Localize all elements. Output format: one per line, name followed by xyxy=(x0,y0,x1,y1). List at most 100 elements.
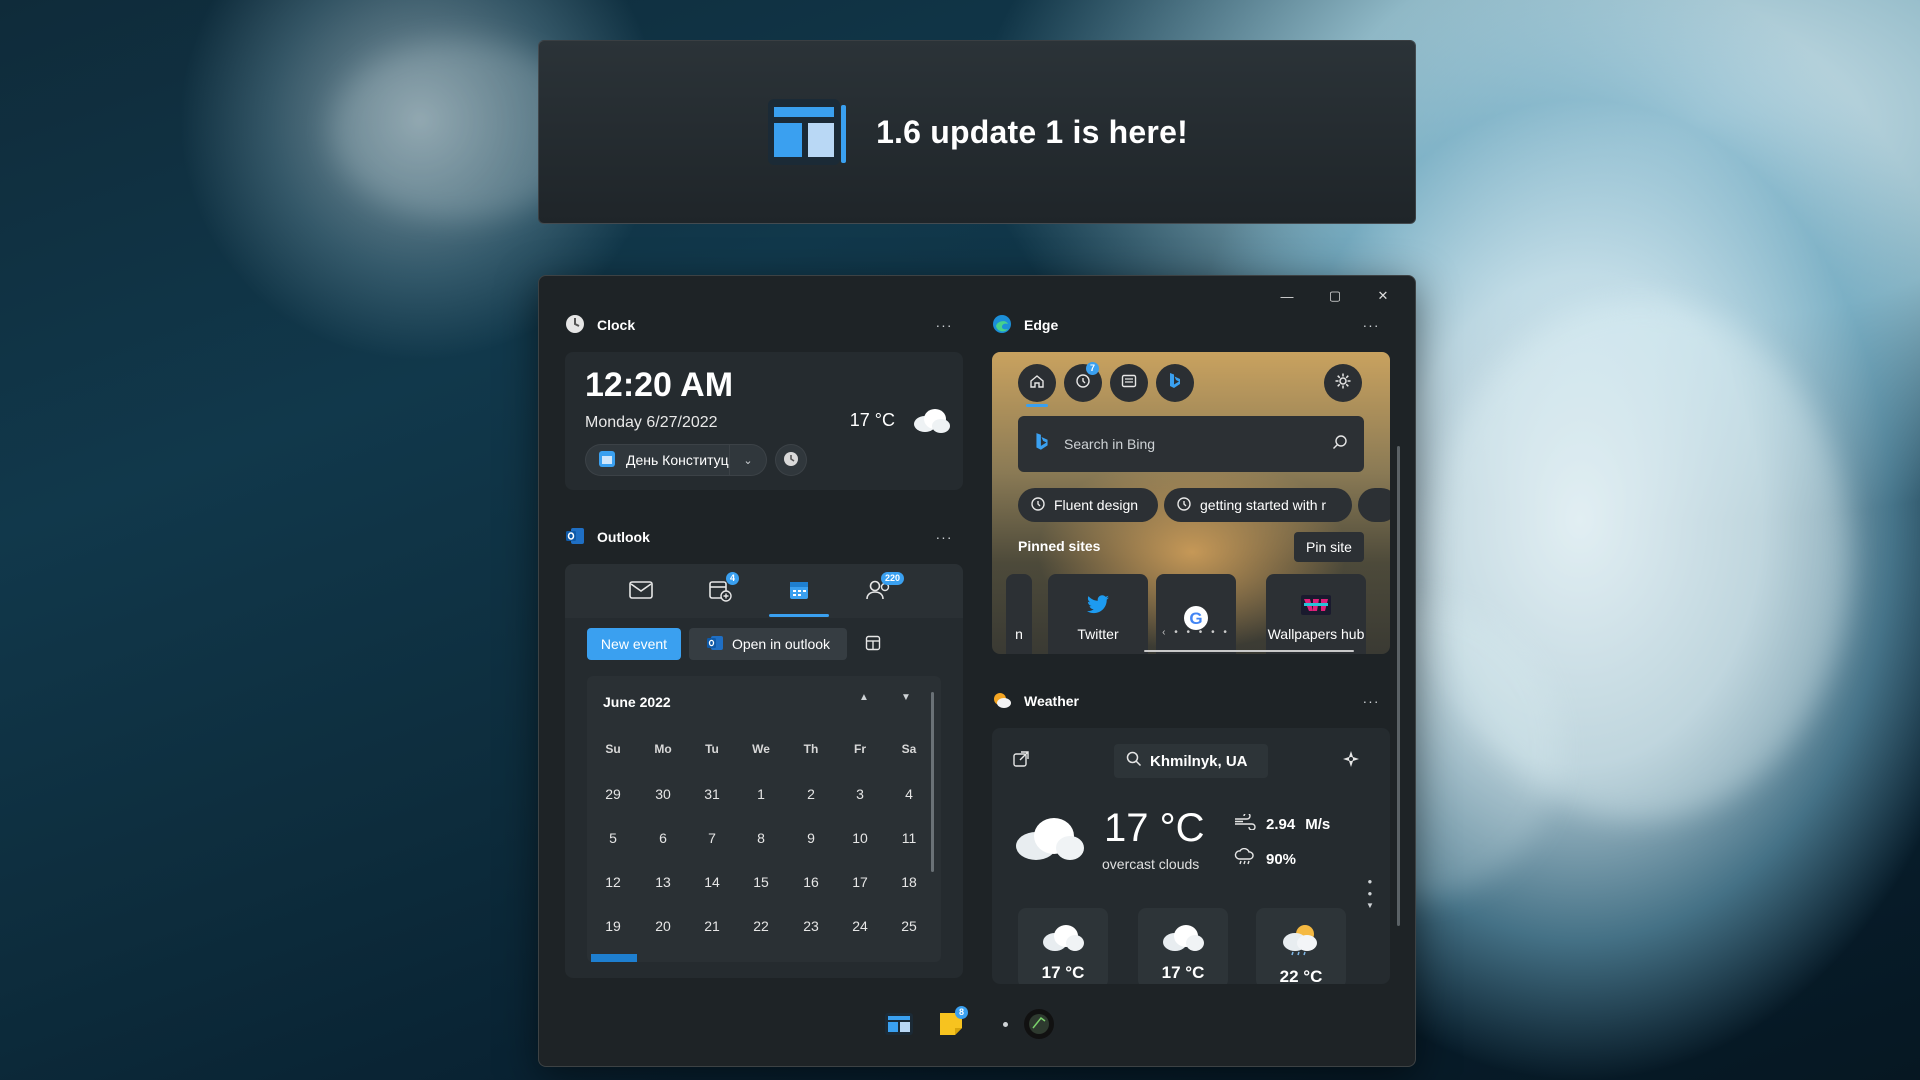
edge-more-button[interactable]: ··· xyxy=(1356,312,1386,338)
pinned-sites-title: Pinned sites xyxy=(1018,538,1101,554)
holiday-selector[interactable]: День Конституц xyxy=(585,444,745,476)
history-button[interactable]: 7 xyxy=(1064,362,1102,402)
search-icon[interactable] xyxy=(1332,434,1348,455)
calendar-day[interactable]: 8 xyxy=(741,830,781,846)
tab-calendar-add[interactable]: 4 xyxy=(700,572,740,612)
cloud-icon xyxy=(1014,812,1086,869)
chip-label: getting started with r xyxy=(1200,497,1327,513)
calendar-day[interactable]: 12 xyxy=(593,874,633,890)
calendar-day[interactable]: 21 xyxy=(692,918,732,934)
calendar-view-button[interactable] xyxy=(857,628,889,660)
clock-settings-button[interactable] xyxy=(775,444,807,476)
history-icon xyxy=(1176,496,1192,515)
calendar-day[interactable]: 25 xyxy=(889,918,929,934)
recent-search-chip[interactable] xyxy=(1358,488,1390,522)
close-button[interactable]: ✕ xyxy=(1363,284,1403,308)
calendar-day[interactable]: 5 xyxy=(593,830,633,846)
calendar-day[interactable]: 11 xyxy=(889,830,929,846)
calendar-day[interactable]: 1 xyxy=(741,786,781,802)
bing-logo-icon xyxy=(1034,432,1050,457)
sites-scrollbar[interactable] xyxy=(1144,650,1354,652)
calendar-day[interactable]: 18 xyxy=(889,874,929,890)
site-label: Wallpapers hub xyxy=(1267,626,1365,642)
clock-date: Monday 6/27/2022 xyxy=(585,414,718,431)
calendar-day[interactable]: 4 xyxy=(889,786,929,802)
calendar-day[interactable]: 3 xyxy=(840,786,880,802)
calendar-day[interactable]: 17 xyxy=(840,874,880,890)
calendar-day[interactable]: 10 xyxy=(840,830,880,846)
calendar-day[interactable]: 24 xyxy=(840,918,880,934)
forecast-tile[interactable]: 17 °C xyxy=(1018,908,1108,984)
bing-search-box[interactable]: Search in Bing xyxy=(1018,416,1364,472)
weather-more-button[interactable]: ··· xyxy=(1356,688,1386,714)
forecast-temperature: 17 °C xyxy=(1161,963,1205,982)
calendar-day[interactable]: 20 xyxy=(643,918,683,934)
layout-icon xyxy=(865,635,881,654)
calendar-day[interactable]: 14 xyxy=(692,874,732,890)
widgets-scrollbar[interactable] xyxy=(1397,446,1400,926)
calendar-day[interactable]: 9 xyxy=(791,830,831,846)
next-month-button[interactable]: ▼ xyxy=(901,692,911,703)
site-tile-google[interactable]: G ‹ • • • • • xyxy=(1156,574,1236,654)
day-of-week-label: Th xyxy=(803,742,819,756)
calendar-day[interactable]: 16 xyxy=(791,874,831,890)
forecast-temperature: 22 °C xyxy=(1279,967,1323,984)
settings-button[interactable] xyxy=(1324,364,1362,402)
calendar-scrollbar[interactable] xyxy=(931,692,934,872)
minimize-button[interactable]: — xyxy=(1267,284,1307,308)
calendar-day[interactable]: 23 xyxy=(791,918,831,934)
humidity-info: 90% xyxy=(1234,847,1296,870)
calendar-day[interactable]: 15 xyxy=(741,874,781,890)
history-badge: 7 xyxy=(1086,362,1100,375)
calendar-day[interactable]: 2 xyxy=(791,786,831,802)
holiday-dropdown[interactable]: ⌄ xyxy=(729,444,767,476)
site-tile-wallpapers-hub[interactable]: Wallpapers hub xyxy=(1266,574,1366,654)
calendar-day[interactable]: 19 xyxy=(593,918,633,934)
cloud-icon xyxy=(1161,922,1205,957)
site-tile-partial[interactable]: n xyxy=(1006,574,1032,654)
music-app-button[interactable] xyxy=(1019,1006,1059,1046)
bing-button[interactable] xyxy=(1156,364,1194,402)
calendar-day[interactable]: 22 xyxy=(741,918,781,934)
outlook-card: 4 220 New event Open in outlook June 202… xyxy=(565,564,963,978)
calendar-day[interactable]: 30 xyxy=(643,786,683,802)
maximize-button[interactable]: ▢ xyxy=(1315,284,1355,308)
calendar-day[interactable]: 13 xyxy=(643,874,683,890)
site-tile-twitter[interactable]: Twitter xyxy=(1048,574,1148,654)
tab-calendar[interactable] xyxy=(779,572,819,612)
recent-search-chip[interactable]: getting started with r xyxy=(1164,488,1352,522)
tab-mail[interactable] xyxy=(621,572,661,612)
calendar-day[interactable]: 31 xyxy=(692,786,732,802)
active-tab-indicator xyxy=(769,614,829,617)
new-event-button[interactable]: New event xyxy=(587,628,681,660)
tab-people[interactable]: 220 xyxy=(859,572,905,612)
open-in-outlook-button[interactable]: Open in outlook xyxy=(689,628,847,660)
calendar-day[interactable]: 29 xyxy=(593,786,633,802)
pin-site-button[interactable]: Pin site xyxy=(1294,532,1364,562)
open-in-outlook-label: Open in outlook xyxy=(731,636,831,652)
calendar-day[interactable]: 7 xyxy=(692,830,732,846)
sticky-notes-button[interactable]: 8 xyxy=(931,1006,971,1046)
history-icon xyxy=(1030,496,1046,515)
clock-more-button[interactable]: ··· xyxy=(929,312,959,338)
locate-me-icon[interactable] xyxy=(1342,750,1360,773)
home-button[interactable] xyxy=(1018,364,1056,402)
current-temperature: 17 °C xyxy=(1104,806,1205,850)
widgets-app-button[interactable] xyxy=(879,1006,919,1046)
twitter-icon xyxy=(1086,595,1110,618)
update-banner[interactable]: 1.6 update 1 is here! xyxy=(538,40,1416,224)
outlook-header: Outlook xyxy=(565,522,650,552)
news-button[interactable] xyxy=(1110,364,1148,402)
location-search[interactable]: Khmilnyk, UA xyxy=(1114,744,1268,778)
forecast-tile[interactable]: 17 °C xyxy=(1138,908,1228,984)
open-external-icon[interactable] xyxy=(1012,750,1030,773)
clock-card: 12:20 AM Monday 6/27/2022 17 °C День Кон… xyxy=(565,352,963,490)
forecast-tile[interactable]: 22 °C xyxy=(1256,908,1346,984)
clock-temperature: 17 °C xyxy=(849,410,895,430)
recent-search-chip[interactable]: Fluent design xyxy=(1018,488,1158,522)
calendar-day[interactable]: 6 xyxy=(643,830,683,846)
outlook-more-button[interactable]: ··· xyxy=(929,524,959,550)
wind-info: 2.94 M/s xyxy=(1234,812,1330,834)
prev-month-button[interactable]: ▲ xyxy=(859,692,869,703)
forecast-scroll-indicator[interactable]: ● ● ▼ xyxy=(1366,876,1374,912)
